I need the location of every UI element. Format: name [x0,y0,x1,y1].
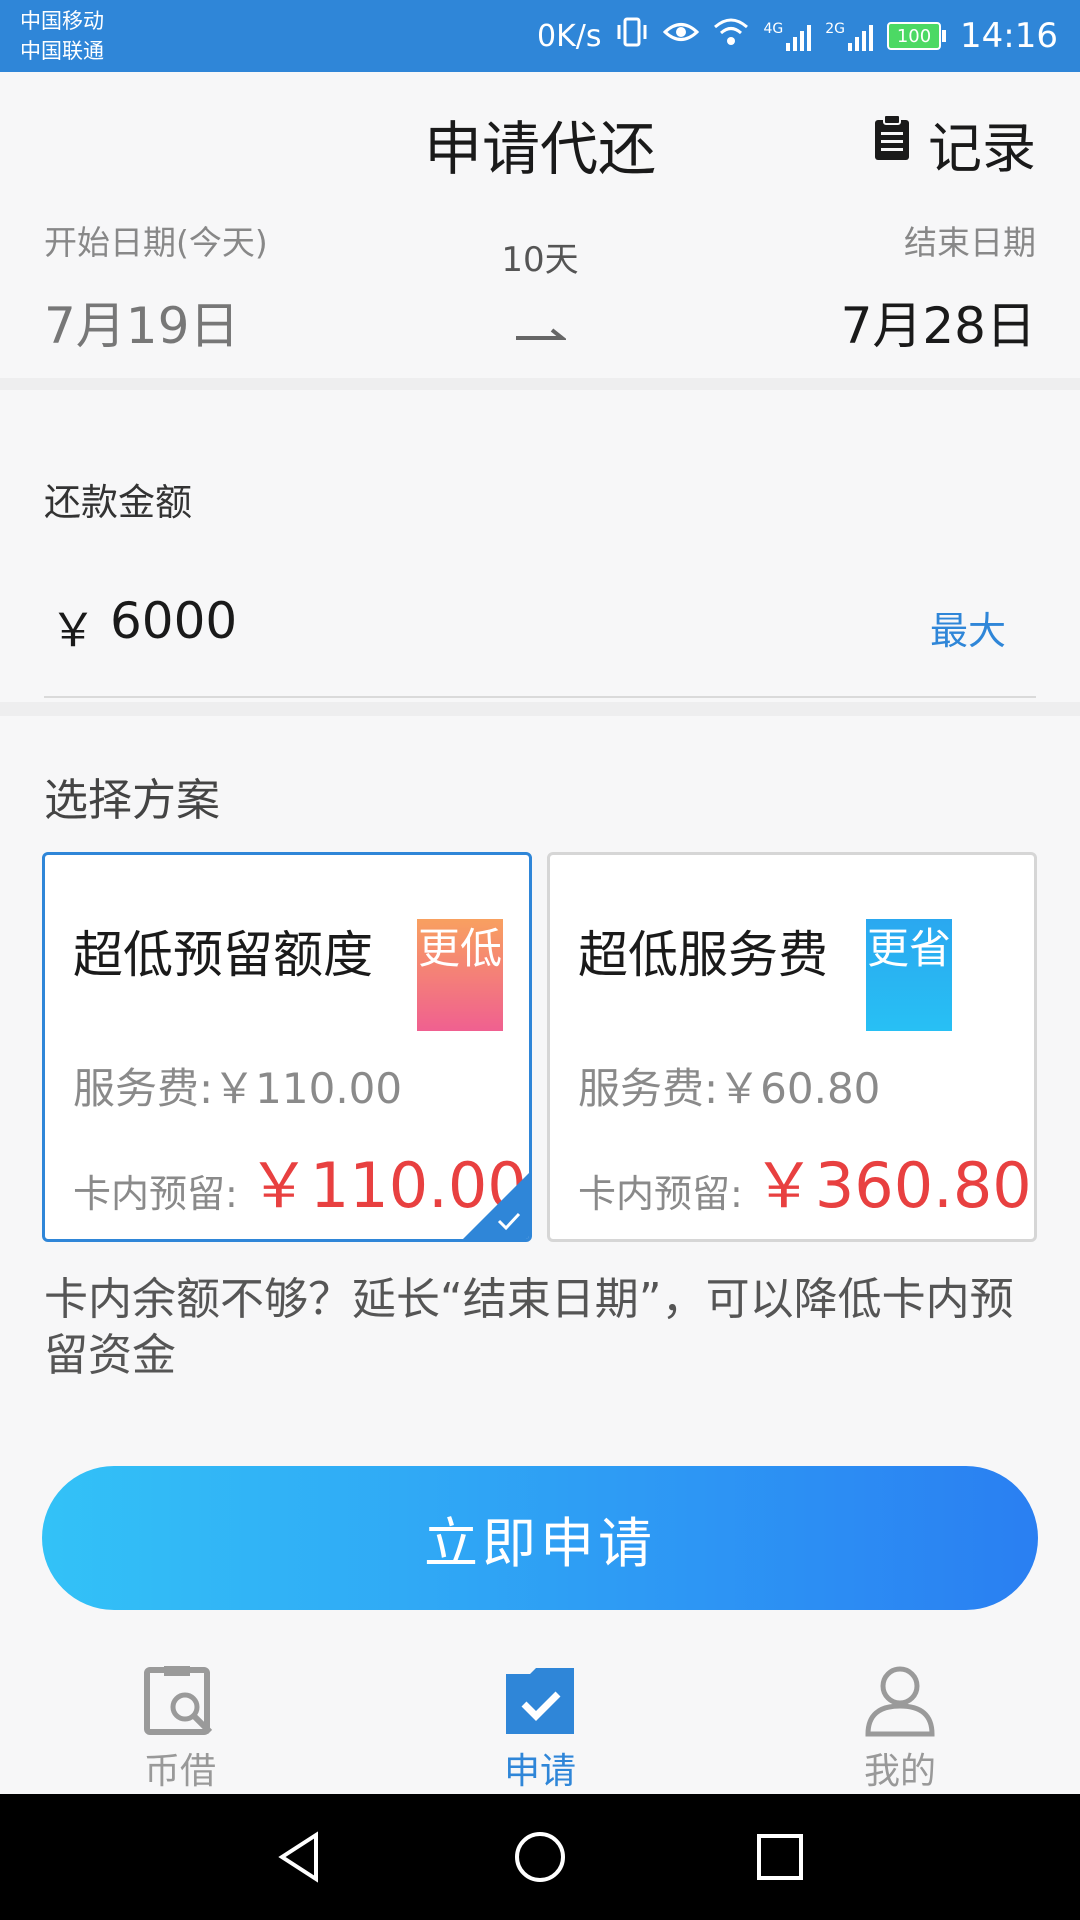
vibrate-icon [615,15,649,58]
tab-borrow[interactable]: 币借 [80,1664,280,1794]
date-range: 开始日期(今天) 7月19日 10天 结束日期 7月28日 [0,202,1080,390]
carrier-info: 中国移动 中国联通 [20,6,104,66]
records-label: 记录 [928,117,1036,180]
amount-input[interactable]: 6000 [110,592,237,650]
max-amount-button[interactable]: 最大 [930,600,1006,655]
tab-apply[interactable]: 申请 [440,1664,640,1794]
title-bar: 申请代还 记录 [0,72,1080,202]
start-date-value: 7月19日 [44,297,240,355]
tab-label: 申请 [503,1751,576,1792]
back-icon[interactable] [270,1827,330,1887]
recents-icon[interactable] [750,1827,810,1887]
net-speed: 0K/s [536,18,602,54]
signal-4g-icon: 4G [763,21,812,51]
time: 14:16 [960,16,1058,56]
plan-name: 超低预留额度 [73,926,373,984]
plan-card-low-reserve[interactable]: 超低预留额度 更低 服务费:￥110.00 卡内预留: ￥110.00 [42,852,532,1242]
system-nav-bar [0,1794,1080,1920]
apply-now-button[interactable]: 立即申请 [42,1466,1038,1610]
arrow-right-icon [516,328,566,340]
tab-mine[interactable]: 我的 [800,1664,1000,1794]
clipboard-icon [872,112,912,175]
carrier-1: 中国移动 [20,9,104,33]
plans-title: 选择方案 [44,775,220,826]
reserve-value: ￥360.80 [752,1149,1032,1222]
plan-reserve: 卡内预留: ￥110.00 [73,1135,527,1225]
home-icon[interactable] [510,1827,570,1887]
folder-check-icon [506,1668,574,1734]
eye-icon [663,16,700,56]
plan-tag: 更省 [866,919,952,1031]
reserve-hint: 卡内余额不够？延长“结束日期”，可以降低卡内预留资金 [44,1274,1014,1381]
plan-reserve: 卡内预留: ￥360.80 [578,1135,1032,1225]
bottom-tab-bar: 币借 申请 我的 [0,1640,1080,1794]
records-button[interactable]: 记录 [872,104,1036,183]
battery-icon: 100 [887,22,947,50]
reserve-label: 卡内预留: [73,1172,238,1216]
currency-symbol: ￥ [50,603,96,657]
tab-label: 我的 [863,1751,936,1792]
section-divider [0,702,1080,716]
status-indicators: 0K/s 4G 2G 100 14:16 [537,0,1058,72]
tab-label: 币借 [143,1751,216,1792]
status-bar: 中国移动 中国联通 0K/s 4G 2G 100 14:16 [0,0,1080,72]
repay-amount-section: 还款金额 ￥ 6000 最大 [0,402,1080,702]
end-date-label: 结束日期 [904,223,1036,262]
search-document-icon [144,1666,213,1735]
plan-card-low-fee[interactable]: 超低服务费 更省 服务费:￥60.80 卡内预留: ￥360.80 [547,852,1037,1242]
plan-tag: 更低 [417,919,503,1031]
carrier-2: 中国联通 [20,39,104,63]
plan-name: 超低服务费 [578,926,828,984]
reserve-label: 卡内预留: [578,1172,743,1216]
wifi-icon [713,16,749,56]
plan-fee: 服务费:￥60.80 [578,1064,881,1113]
plan-fee: 服务费:￥110.00 [73,1064,403,1113]
end-date-picker[interactable]: 7月28日 [841,286,1036,358]
signal-2g-icon: 2G [825,21,874,51]
selected-check-icon [463,1173,529,1239]
amount-label: 还款金额 [44,481,192,524]
amount-input-row[interactable]: ￥ 6000 最大 [44,584,1036,698]
user-icon [865,1666,935,1737]
